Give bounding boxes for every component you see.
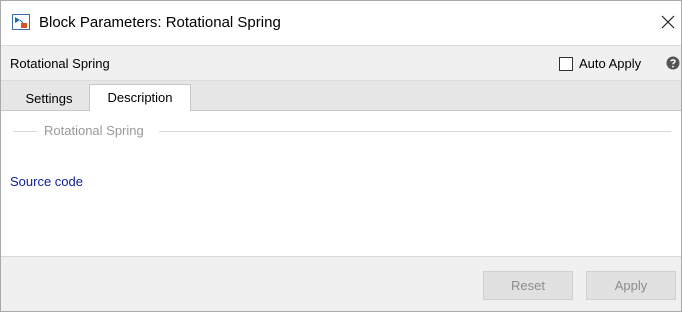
auto-apply-checkbox[interactable]: Auto Apply bbox=[559, 55, 641, 73]
block-name-label: Rotational Spring bbox=[10, 56, 110, 71]
close-icon[interactable] bbox=[657, 11, 679, 33]
simulink-block-icon bbox=[12, 14, 30, 30]
description-panel: Rotational Spring Source code bbox=[1, 111, 681, 256]
button-bar: Reset Apply bbox=[1, 256, 681, 311]
help-icon[interactable] bbox=[666, 56, 680, 70]
reset-button[interactable]: Reset bbox=[483, 271, 573, 300]
auto-apply-label[interactable]: Auto Apply bbox=[579, 56, 641, 72]
group-divider-right bbox=[159, 131, 671, 132]
block-header-bar: Rotational Spring Auto Apply bbox=[1, 45, 681, 81]
group-divider-left bbox=[13, 131, 37, 132]
title-bar: Block Parameters: Rotational Spring bbox=[1, 1, 681, 45]
auto-apply-checkbox-box[interactable] bbox=[559, 57, 573, 71]
window-title: Block Parameters: Rotational Spring bbox=[39, 14, 281, 31]
group-title: Rotational Spring bbox=[44, 123, 144, 138]
block-parameters-dialog: Block Parameters: Rotational Spring Rota… bbox=[0, 0, 682, 312]
apply-button[interactable]: Apply bbox=[586, 271, 676, 300]
source-code-link[interactable]: Source code bbox=[10, 174, 83, 190]
tab-settings[interactable]: Settings bbox=[9, 87, 89, 111]
tab-description[interactable]: Description bbox=[89, 84, 191, 112]
tab-strip: Settings Description bbox=[1, 81, 681, 112]
